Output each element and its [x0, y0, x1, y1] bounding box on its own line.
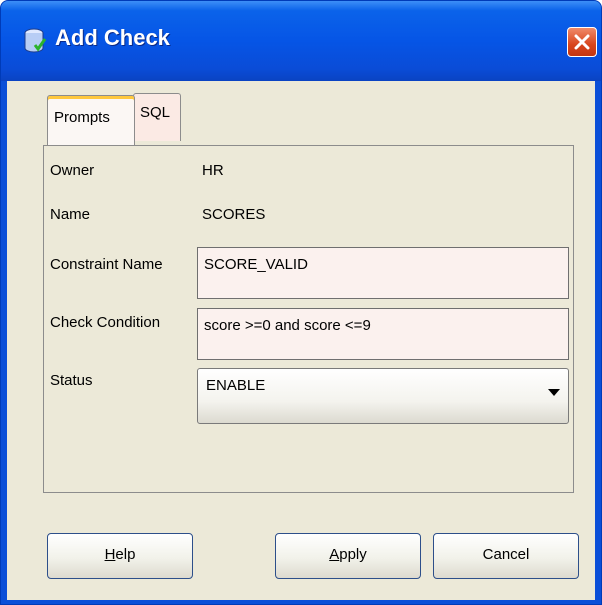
owner-label: Owner [50, 162, 95, 179]
check-condition-label: Check Condition [50, 314, 161, 331]
owner-value: HR [202, 162, 224, 179]
add-check-dialog: Add Check SQL Prompts Owner HR Name SCOR… [0, 0, 602, 605]
close-button[interactable] [567, 27, 597, 57]
tab-prompts-label: Prompts [54, 109, 110, 126]
help-button[interactable]: Help [47, 533, 193, 579]
chevron-down-icon [548, 389, 560, 396]
constraint-name-label: Constraint Name [50, 256, 163, 273]
dialog-title: Add Check [55, 25, 170, 50]
apply-button[interactable]: Apply [275, 533, 421, 579]
apply-mnemonic: A [329, 546, 340, 563]
prompts-panel: Owner HR Name SCORES Constraint Name SCO… [43, 145, 574, 493]
title-bar[interactable]: Add Check [1, 1, 601, 81]
cancel-label: Cancel [482, 546, 530, 563]
help-label-rest: elp [115, 546, 136, 563]
name-label: Name [50, 206, 91, 223]
status-value: ENABLE [206, 377, 266, 394]
status-label: Status [50, 372, 93, 389]
tab-sql[interactable]: SQL [133, 93, 181, 141]
dialog-body: SQL Prompts Owner HR Name SCORES Constra… [7, 81, 595, 600]
help-mnemonic: H [104, 546, 116, 563]
name-value: SCORES [202, 206, 266, 223]
check-condition-field[interactable]: score >=0 and score <=9 [197, 308, 569, 360]
apply-label-rest: pply [339, 546, 367, 563]
database-check-icon [24, 28, 47, 53]
status-dropdown[interactable]: ENABLE [197, 368, 569, 424]
tab-prompts[interactable]: Prompts [47, 95, 135, 147]
cancel-button[interactable]: Cancel [433, 533, 579, 579]
constraint-name-field[interactable]: SCORE_VALID [197, 247, 569, 299]
tab-sql-label: SQL [140, 104, 171, 121]
close-icon [574, 34, 590, 50]
